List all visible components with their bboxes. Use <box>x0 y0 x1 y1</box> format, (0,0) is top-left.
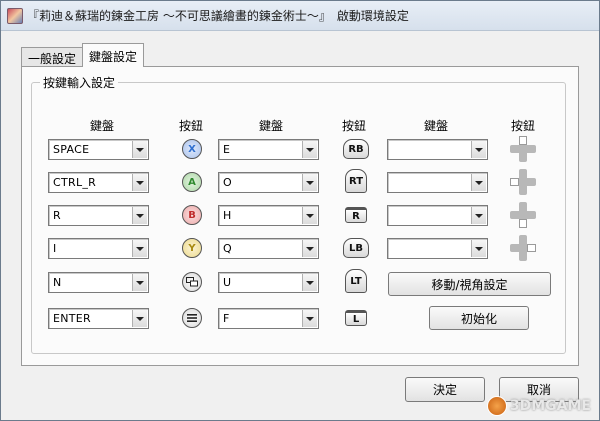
chevron-down-icon[interactable] <box>132 141 147 158</box>
key3-select-row2[interactable] <box>387 172 488 193</box>
header-button-3: 按鈕 <box>510 119 535 133</box>
tab-strip: 一般設定 鍵盤設定 <box>21 43 145 67</box>
chevron-down-icon[interactable] <box>132 240 147 257</box>
lb-bumper-icon: LB <box>343 238 369 258</box>
chevron-down-icon[interactable] <box>471 141 486 158</box>
rt-trigger-icon: RT <box>345 169 367 193</box>
header-button-1: 按鈕 <box>178 119 203 133</box>
header-keyboard-1: 鍵盤 <box>89 119 114 133</box>
select-value: SPACE <box>53 143 90 156</box>
keyboard-settings-panel: 按鍵輸入設定 鍵盤 按鈕 鍵盤 按鈕 鍵盤 按鈕 SPACE X E RB CT… <box>21 66 579 366</box>
header-button-2: 按鈕 <box>341 119 366 133</box>
watermark-logo-icon <box>486 396 507 416</box>
chevron-down-icon[interactable] <box>302 240 317 257</box>
right-stick-click-icon: R <box>345 207 367 223</box>
key2-select-row2[interactable]: O <box>218 172 319 193</box>
header-keyboard-2: 鍵盤 <box>258 119 283 133</box>
chevron-down-icon[interactable] <box>132 207 147 224</box>
header-keyboard-3: 鍵盤 <box>423 119 448 133</box>
watermark-text: 3DMGAME <box>509 398 591 414</box>
chevron-down-icon[interactable] <box>302 310 317 327</box>
select-value: U <box>223 276 232 289</box>
key2-select-row5[interactable]: U <box>218 272 319 293</box>
app-icon <box>7 7 23 24</box>
y-button-icon: Y <box>182 238 202 258</box>
ok-button[interactable]: 決定 <box>405 377 485 402</box>
key3-select-row1[interactable] <box>387 139 488 160</box>
select-value: O <box>223 176 232 189</box>
key-input-groupbox: 按鍵輸入設定 鍵盤 按鈕 鍵盤 按鈕 鍵盤 按鈕 SPACE X E RB CT… <box>31 74 566 354</box>
title-bar[interactable]: 『莉迪＆蘇瑞的鍊金工房 ～不可思議繪畫的鍊金術士～』 啟動環境設定 <box>1 1 599 31</box>
lt-trigger-icon: LT <box>345 269 367 293</box>
key3-select-row4[interactable] <box>387 238 488 259</box>
key2-select-row1[interactable]: E <box>218 139 319 160</box>
select-value: H <box>223 209 232 222</box>
chevron-down-icon[interactable] <box>471 240 486 257</box>
chevron-down-icon[interactable] <box>471 207 486 224</box>
group-title: 按鍵輸入設定 <box>40 74 119 91</box>
settings-window: 『莉迪＆蘇瑞的鍊金工房 ～不可思議繪畫的鍊金術士～』 啟動環境設定 一般設定 鍵… <box>0 0 600 421</box>
key2-select-row4[interactable]: Q <box>218 238 319 259</box>
key1-select-row6[interactable]: ENTER <box>48 308 149 329</box>
key1-select-row3[interactable]: R <box>48 205 149 226</box>
window-title: 『莉迪＆蘇瑞的鍊金工房 ～不可思議繪畫的鍊金術士～』 啟動環境設定 <box>27 9 409 23</box>
view-button-icon <box>182 272 202 292</box>
chevron-down-icon[interactable] <box>302 174 317 191</box>
chevron-down-icon[interactable] <box>302 207 317 224</box>
tab-keyboard-settings[interactable]: 鍵盤設定 <box>82 43 145 67</box>
key2-select-row3[interactable]: H <box>218 205 319 226</box>
b-button-icon: B <box>182 205 202 225</box>
select-value: Q <box>223 242 232 255</box>
dpad-down-icon <box>510 202 536 228</box>
chevron-down-icon[interactable] <box>132 310 147 327</box>
select-value: E <box>223 143 231 156</box>
left-stick-click-icon: L <box>345 310 367 326</box>
chevron-down-icon[interactable] <box>302 274 317 291</box>
dpad-right-icon <box>510 235 536 261</box>
key3-select-row3[interactable] <box>387 205 488 226</box>
key1-select-row1[interactable]: SPACE <box>48 139 149 160</box>
menu-button-icon <box>182 308 202 328</box>
reset-button[interactable]: 初始化 <box>429 306 529 330</box>
tab-general-settings[interactable]: 一般設定 <box>21 47 84 67</box>
chevron-down-icon[interactable] <box>132 174 147 191</box>
select-value: I <box>53 242 57 255</box>
select-value: F <box>223 312 230 325</box>
key1-select-row2[interactable]: CTRL_R <box>48 172 149 193</box>
key1-select-row5[interactable]: N <box>48 272 149 293</box>
dpad-left-icon <box>510 169 536 195</box>
x-button-icon: X <box>182 139 202 159</box>
a-button-icon: A <box>182 172 202 192</box>
rb-bumper-icon: RB <box>343 139 369 159</box>
select-value: R <box>53 209 61 222</box>
chevron-down-icon[interactable] <box>132 274 147 291</box>
select-value: N <box>53 276 62 289</box>
select-value: CTRL_R <box>53 176 97 189</box>
key2-select-row6[interactable]: F <box>218 308 319 329</box>
chevron-down-icon[interactable] <box>302 141 317 158</box>
select-value: ENTER <box>53 312 91 325</box>
chevron-down-icon[interactable] <box>471 174 486 191</box>
watermark: 3DMGAME <box>486 396 591 416</box>
key1-select-row4[interactable]: I <box>48 238 149 259</box>
move-view-settings-button[interactable]: 移動/視角設定 <box>388 272 551 296</box>
dpad-up-icon <box>510 136 536 162</box>
